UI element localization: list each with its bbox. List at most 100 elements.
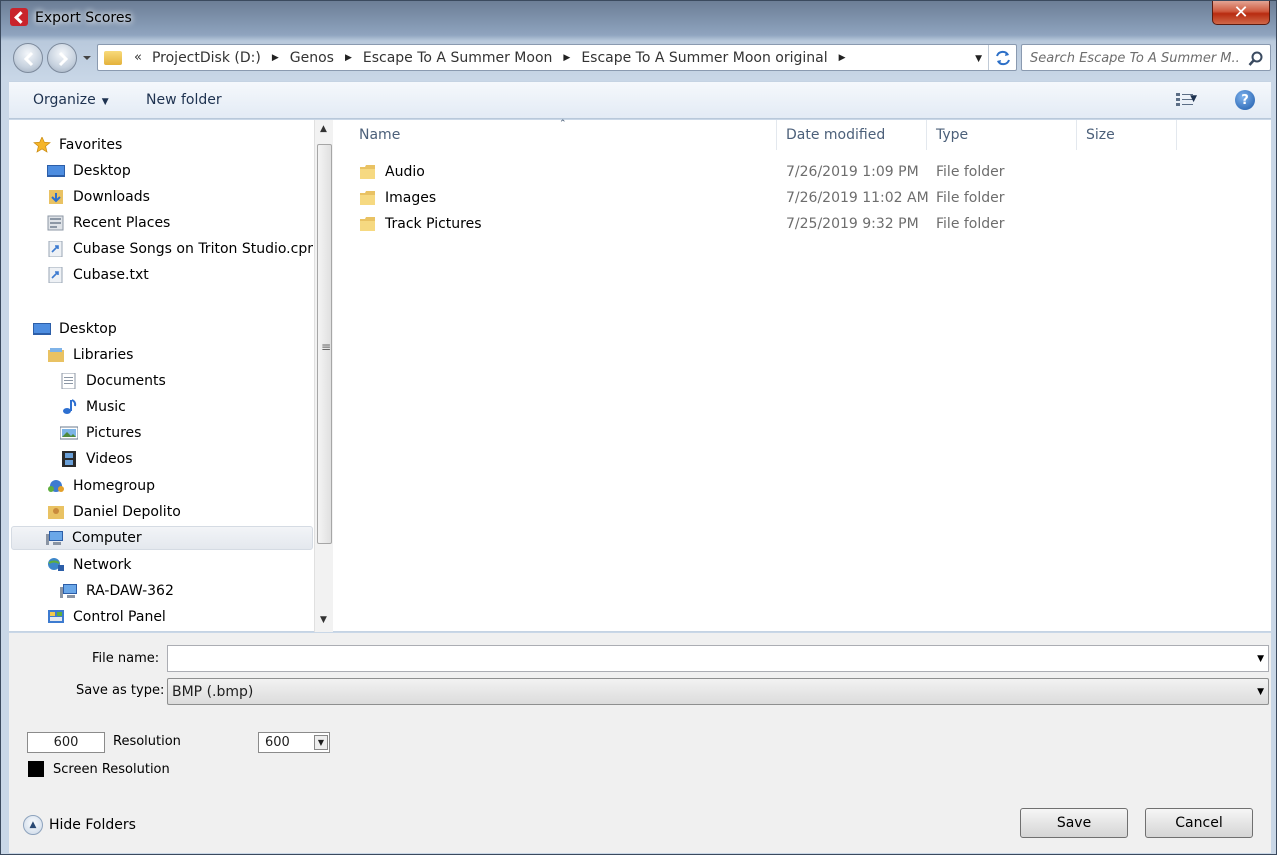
nav-label: Computer [72, 530, 142, 546]
search-input[interactable] [1030, 49, 1240, 67]
desktop-icon [47, 165, 65, 177]
chevron-down-icon[interactable]: ▼ [1257, 687, 1264, 697]
export-scores-dialog: Export Scores ✕ « ProjectDisk (D:) ▶ Gen… [0, 0, 1277, 855]
file-list-pane[interactable]: Name ⌃ Date modified Type Size Audio 7/2… [335, 119, 1271, 632]
chevron-down-icon[interactable]: ▼ [314, 735, 328, 750]
nav-favorites[interactable]: Favorites [33, 133, 122, 157]
nav-label: Downloads [73, 189, 150, 205]
nav-computer[interactable]: Computer [11, 526, 313, 550]
file-name: Track Pictures [385, 216, 482, 232]
computer-icon [60, 584, 77, 598]
nav-item-downloads[interactable]: Downloads [47, 185, 150, 209]
new-folder-button[interactable]: New folder [146, 92, 222, 108]
nav-desktop[interactable]: Desktop [33, 317, 117, 341]
view-dropdown-icon[interactable]: ▼ [1190, 94, 1197, 104]
computer-icon [46, 531, 63, 545]
nav-item-ra-daw-362[interactable]: RA-DAW-362 [60, 579, 174, 603]
control-panel-icon [48, 610, 64, 623]
nav-item-pictures[interactable]: Pictures [60, 421, 141, 445]
nav-item-music[interactable]: Music [60, 395, 126, 419]
close-button[interactable]: ✕ [1212, 1, 1270, 25]
refresh-button[interactable] [988, 45, 1016, 70]
file-name-input[interactable] [168, 646, 1248, 670]
nav-item-recent-places[interactable]: Recent Places [47, 211, 170, 235]
back-button[interactable] [13, 43, 43, 73]
column-header-name[interactable]: Name ⌃ [335, 119, 777, 150]
column-header-date-modified[interactable]: Date modified [777, 120, 927, 150]
breadcrumb-arrow-icon[interactable]: ▶ [272, 53, 279, 63]
file-name: Images [385, 190, 437, 206]
nav-label: Favorites [59, 137, 123, 153]
scroll-up-icon[interactable]: ▲ [320, 124, 327, 134]
nav-item-documents[interactable]: Documents [60, 369, 166, 393]
column-label: Type [936, 127, 969, 143]
resolution-input[interactable]: 600 [27, 732, 105, 753]
chevron-up-icon: ▲ [23, 815, 43, 835]
breadcrumb-original[interactable]: Escape To A Summer Moon original [581, 50, 827, 66]
breadcrumb-overflow-chevron[interactable]: « [134, 50, 142, 65]
nav-label: Control Panel [73, 609, 166, 625]
file-type: File folder [936, 190, 1005, 206]
recent-pages-dropdown[interactable] [81, 53, 93, 63]
shortcut-file-icon [48, 241, 63, 257]
nav-label: Network [73, 557, 132, 573]
pictures-icon [60, 426, 78, 440]
breadcrumb-arrow-icon[interactable]: ▶ [563, 53, 570, 63]
breadcrumb-arrow-icon[interactable]: ▶ [345, 53, 352, 63]
shortcut-file-icon [48, 267, 63, 283]
hide-folders-label: Hide Folders [49, 817, 136, 833]
cancel-button[interactable]: Cancel [1145, 808, 1253, 838]
breadcrumb-arrow-icon[interactable]: ▶ [839, 53, 846, 63]
save-button[interactable]: Save [1020, 808, 1128, 838]
nav-homegroup[interactable]: Homegroup [47, 474, 155, 498]
breadcrumb-escape-to-a-summer-moon[interactable]: Escape To A Summer Moon [363, 50, 553, 66]
sort-ascending-icon: ⌃ [559, 119, 567, 129]
scroll-down-icon[interactable]: ▼ [320, 615, 327, 625]
resolution-select-value: 600 [265, 735, 290, 750]
arrow-right-icon [58, 51, 69, 67]
title-bar[interactable]: Export Scores ✕ [1, 1, 1276, 37]
nav-pane-scrollbar[interactable]: ▲ ≡ ▼ [314, 120, 333, 632]
column-header-size[interactable]: Size [1077, 120, 1177, 150]
file-type: File folder [936, 216, 1005, 232]
nav-item-cubase-txt[interactable]: Cubase.txt [47, 263, 149, 287]
forward-button[interactable] [47, 43, 77, 73]
file-name-combobox[interactable]: ▼ [167, 645, 1269, 672]
nav-label: Cubase Songs on Triton Studio.cpr [73, 241, 313, 257]
help-icon[interactable]: ? [1235, 90, 1255, 110]
address-bar[interactable]: « ProjectDisk (D:) ▶ Genos ▶ Escape To A… [97, 44, 1017, 71]
nav-network[interactable]: Network [47, 553, 131, 577]
folder-icon [104, 50, 122, 65]
organize-menu[interactable]: Organize ▼ [33, 92, 109, 108]
hide-folders-button[interactable]: ▲ Hide Folders [23, 815, 136, 835]
music-note-icon [63, 399, 77, 414]
column-header-type[interactable]: Type [927, 120, 1077, 150]
resolution-select[interactable]: 600 ▼ [258, 732, 330, 753]
nav-label: RA-DAW-362 [86, 583, 174, 599]
search-icon[interactable] [1248, 51, 1264, 67]
screen-resolution-checkbox[interactable] [28, 761, 44, 777]
navigation-pane[interactable]: Favorites Desktop Downloads Recent Place… [9, 120, 313, 632]
column-label: Size [1086, 127, 1115, 143]
breadcrumb-projectdisk[interactable]: ProjectDisk (D:) [152, 50, 261, 66]
homegroup-icon [48, 480, 64, 492]
breadcrumb-genos[interactable]: Genos [290, 50, 334, 66]
chevron-down-icon: ▼ [101, 97, 109, 107]
address-dropdown-icon[interactable]: ▼ [975, 54, 982, 64]
save-as-type-select[interactable]: BMP (.bmp) ▼ [167, 678, 1269, 705]
nav-label: Pictures [86, 425, 142, 441]
nav-libraries[interactable]: Libraries [47, 343, 133, 367]
nav-item-desktop-favorite[interactable]: Desktop [47, 159, 131, 183]
chevron-down-icon[interactable]: ▼ [1257, 654, 1264, 664]
file-date-modified: 7/25/2019 9:32 PM [786, 216, 919, 232]
scrollbar-thumb[interactable]: ≡ [317, 144, 332, 544]
star-icon [33, 137, 51, 153]
nav-item-cubase-songs-cpr[interactable]: Cubase Songs on Triton Studio.cpr [47, 237, 313, 261]
search-box[interactable] [1021, 44, 1271, 71]
nav-control-panel[interactable]: Control Panel [47, 605, 166, 629]
nav-user-folder[interactable]: Daniel Depolito [47, 500, 181, 524]
screen-resolution-label: Screen Resolution [53, 762, 170, 777]
nav-label: Music [86, 399, 126, 415]
save-as-type-value: BMP (.bmp) [172, 684, 254, 700]
nav-item-videos[interactable]: Videos [60, 447, 133, 471]
